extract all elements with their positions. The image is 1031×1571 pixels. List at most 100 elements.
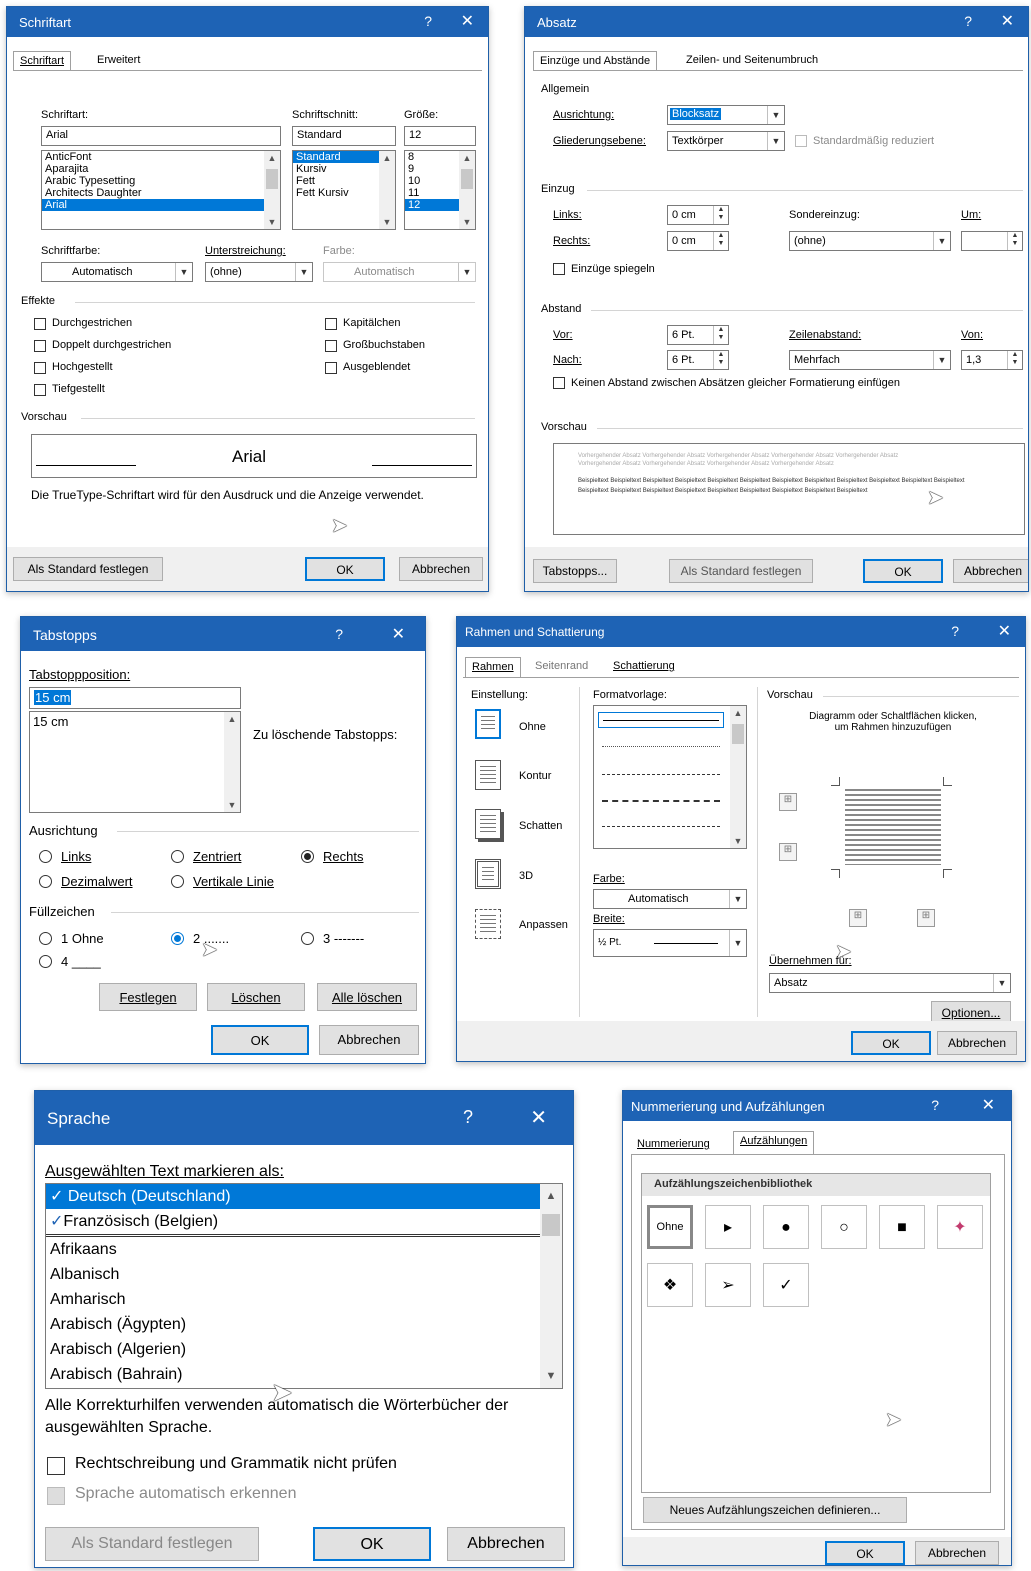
leader-underline-radio[interactable] (39, 955, 52, 968)
line-style-list[interactable]: ▲ ▼ (593, 705, 747, 849)
line-style-dashdot[interactable] (602, 826, 720, 827)
after-spinner[interactable]: 6 Pt. ▲ ▼ (667, 350, 729, 370)
style-list[interactable]: Standard Kursiv Fett Fett Kursiv ▲ ▼ (292, 150, 396, 230)
scroll-thumb[interactable] (732, 724, 744, 744)
left-indent-spinner[interactable]: 0 cm ▲ ▼ (667, 205, 729, 225)
style-input[interactable]: Standard (292, 126, 396, 146)
bottom-border-button[interactable]: ⊞ (779, 843, 797, 861)
scrollbar[interactable]: ▲ ▼ (224, 712, 240, 812)
align-center-radio[interactable] (171, 850, 184, 863)
scroll-down-icon[interactable]: ▼ (540, 1370, 562, 1382)
scrollbar[interactable]: ▲ ▼ (540, 1184, 562, 1388)
setting-3d-icon[interactable] (475, 859, 501, 889)
help-icon[interactable]: ? (424, 13, 432, 29)
tab-erweitert[interactable]: Erweitert (91, 51, 146, 71)
chevron-down-icon[interactable]: ▼ (933, 232, 950, 250)
scroll-down-icon[interactable]: ▼ (224, 800, 240, 810)
font-list[interactable]: AnticFont Aparajita Arabic Typesetting A… (41, 150, 281, 230)
bullet-pointer-tile[interactable]: ➢ (705, 1263, 751, 1307)
setting-box-icon[interactable] (475, 760, 501, 790)
before-spinner[interactable]: 6 Pt. ▲ ▼ (667, 325, 729, 345)
line-spacing-combo[interactable]: Mehrfach ▼ (789, 350, 951, 370)
align-right-radio[interactable] (301, 850, 314, 863)
list-item[interactable]: Afrikaans (46, 1237, 562, 1262)
bullet-arrow-tile[interactable]: ▸ (705, 1205, 751, 1249)
underline-combo[interactable]: (ohne) ▼ (205, 262, 313, 282)
setting-none-icon[interactable] (475, 709, 501, 739)
small-caps-checkbox[interactable] (325, 318, 337, 330)
close-icon[interactable]: ✕ (1001, 11, 1014, 31)
list-item[interactable]: ✓Französisch (Belgien) (46, 1209, 546, 1237)
bullet-circle-tile[interactable]: ○ (821, 1205, 867, 1249)
scroll-thumb[interactable] (461, 169, 473, 189)
cancel-button[interactable]: Abbrechen (953, 559, 1028, 583)
at-spinner[interactable]: 1,3 ▲ ▼ (961, 350, 1023, 370)
tabs-button[interactable]: Tabstopps... (533, 559, 617, 583)
line-style-dashed[interactable] (602, 800, 720, 802)
scroll-down-icon[interactable]: ▼ (379, 217, 395, 227)
scroll-up-icon[interactable]: ▲ (379, 153, 395, 163)
spin-icon[interactable]: ▲ ▼ (713, 206, 728, 224)
list-item[interactable]: AnticFont (42, 151, 280, 163)
collapsed-checkbox[interactable] (795, 135, 807, 147)
scrollbar[interactable]: ▲ ▼ (379, 151, 395, 229)
help-icon[interactable]: ? (463, 1107, 473, 1128)
list-item[interactable]: Architects Daughter (42, 187, 280, 199)
cancel-button[interactable]: Abbrechen (447, 1527, 565, 1561)
list-item[interactable]: 15 cm (30, 714, 240, 730)
cancel-button[interactable]: Abbrechen (319, 1025, 419, 1055)
subscript-checkbox[interactable] (34, 384, 46, 396)
chevron-down-icon[interactable]: ▼ (175, 263, 192, 281)
define-bullet-button[interactable]: Neues Aufzählungszeichen definieren... (643, 1497, 907, 1523)
set-default-button[interactable]: Als Standard festlegen (45, 1527, 259, 1561)
list-item[interactable]: Aparajita (42, 163, 280, 175)
chevron-down-icon[interactable]: ▼ (295, 263, 312, 281)
spin-icon[interactable]: ▲ ▼ (713, 232, 728, 250)
chevron-down-icon[interactable]: ▼ (458, 263, 475, 281)
chevron-down-icon[interactable]: ▼ (933, 351, 950, 369)
tab-bullets[interactable]: Aufzählungen (733, 1131, 815, 1155)
bullet-star-tile[interactable]: ✦ (937, 1205, 983, 1249)
all-caps-checkbox[interactable] (325, 340, 337, 352)
ok-button[interactable]: OK (313, 1527, 431, 1561)
align-decimal-radio[interactable] (39, 875, 52, 888)
top-border-button[interactable]: ⊞ (779, 793, 797, 811)
bullet-square-tile[interactable]: ■ (879, 1205, 925, 1249)
clear-button[interactable]: Löschen (207, 983, 305, 1011)
outline-level-combo[interactable]: Textkörper ▼ (667, 131, 785, 151)
leader-dots-radio[interactable] (171, 932, 184, 945)
close-icon[interactable]: ✕ (530, 1105, 547, 1130)
by-spinner[interactable]: ▲ ▼ (961, 231, 1023, 251)
special-indent-combo[interactable]: (ohne) ▼ (789, 231, 951, 251)
tab-page-border[interactable]: Seitenrand (529, 657, 594, 677)
hidden-checkbox[interactable] (325, 362, 337, 374)
no-space-checkbox[interactable] (553, 377, 565, 389)
superscript-checkbox[interactable] (34, 362, 46, 374)
scroll-down-icon[interactable]: ▼ (730, 836, 746, 846)
chevron-down-icon[interactable]: ▼ (767, 132, 784, 150)
font-input[interactable]: Arial (41, 126, 281, 146)
align-left-radio[interactable] (39, 850, 52, 863)
set-button[interactable]: Festlegen (99, 983, 197, 1011)
list-item[interactable]: Arabisch (Algerien) (46, 1337, 562, 1362)
ok-button[interactable]: OK (863, 559, 943, 583)
font-color-combo[interactable]: Automatisch ▼ (41, 262, 193, 282)
list-item[interactable]: Arabisch (Ägypten) (46, 1312, 562, 1337)
ok-button[interactable]: OK (825, 1541, 905, 1565)
spin-icon[interactable]: ▲ ▼ (1007, 351, 1022, 369)
scroll-up-icon[interactable]: ▲ (264, 153, 280, 163)
alignment-combo[interactable]: Blocksatz ▼ (667, 105, 785, 125)
close-icon[interactable]: ✕ (392, 624, 405, 644)
line-style-dashed-small[interactable] (602, 774, 720, 775)
detect-language-checkbox[interactable] (47, 1487, 65, 1505)
scrollbar[interactable]: ▲ ▼ (264, 151, 280, 229)
size-list[interactable]: 8 9 10 11 12 ▲ ▼ (404, 150, 476, 230)
bullet-check-tile[interactable]: ✓ (763, 1263, 809, 1307)
list-item[interactable]: Albanisch (46, 1262, 562, 1287)
scrollbar[interactable]: ▲ ▼ (459, 151, 475, 229)
help-icon[interactable]: ? (964, 13, 972, 29)
strikethrough-checkbox[interactable] (34, 318, 46, 330)
set-default-button[interactable]: Als Standard festlegen (669, 559, 813, 583)
tab-position-list[interactable]: 15 cm ▲ ▼ (29, 711, 241, 813)
list-item-selected[interactable]: ✓ Deutsch (Deutschland) (46, 1184, 546, 1209)
